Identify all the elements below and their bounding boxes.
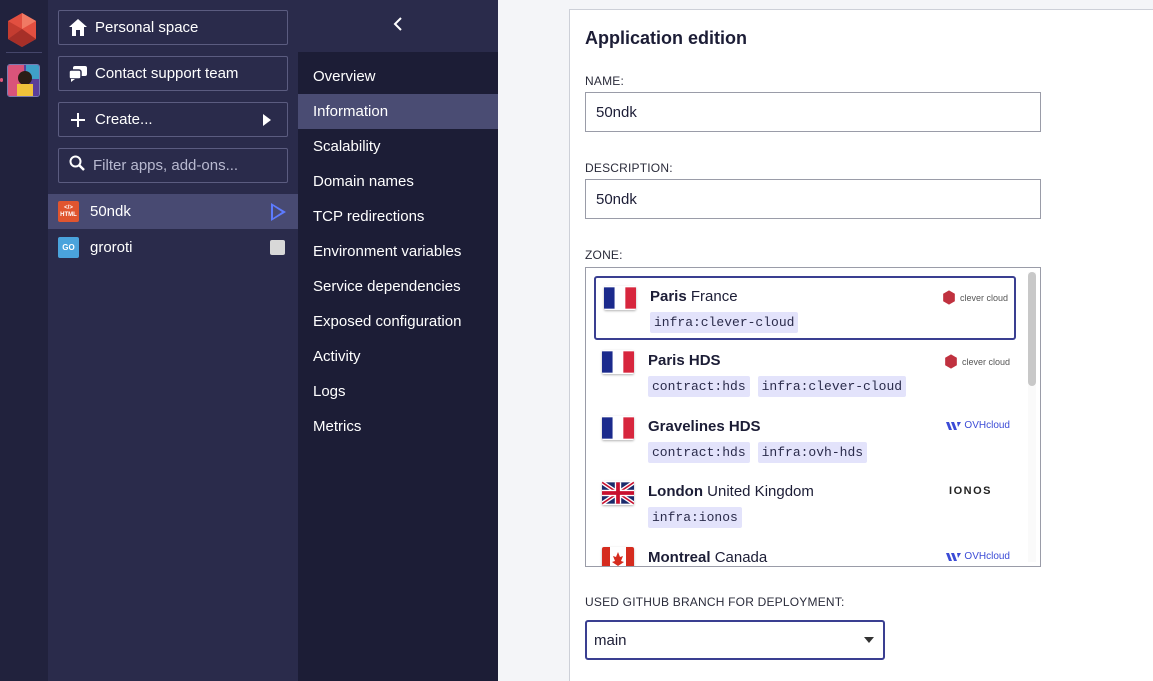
dropdown-arrow-icon [864,637,874,643]
clever-cloud-provider-logo: clever cloud [942,290,1008,305]
description-input[interactable]: 50ndk [585,179,1041,219]
nav-service-dependencies[interactable]: Service dependencies [298,269,498,304]
zone-option-paris[interactable]: Paris France infra:clever-cloud clever c… [594,276,1016,340]
zone-tag: contract:hds [648,442,750,463]
collapse-menu-button[interactable] [298,0,498,52]
nav-overview[interactable]: Overview [298,59,498,94]
play-status-icon [271,203,286,221]
app-item-groroti[interactable]: GO groroti [48,230,298,265]
ovhcloud-provider-logo: OVHcloud [946,551,1010,562]
france-flag-icon [602,350,634,374]
zone-option-paris-hds[interactable]: Paris HDS contract:hds infra:clever-clou… [594,342,1016,406]
org-rail [0,0,48,681]
contact-support-label: Contact support team [95,65,239,82]
canada-flag-icon [602,547,634,566]
nav-information[interactable]: Information [298,94,498,129]
nav-tcp-redirections[interactable]: TCP redirections [298,199,498,234]
nav-domain-names[interactable]: Domain names [298,164,498,199]
create-label: Create... [95,111,153,128]
zone-name: Montreal Canada [648,549,768,566]
zone-option-gravelines-hds[interactable]: Gravelines HDS contract:hds infra:ovh-hd… [594,408,1016,472]
main-content: Application edition NAME: 50ndk DESCRIPT… [498,0,1153,681]
ionos-provider-logo: IONOS [949,485,992,497]
personal-space-label: Personal space [95,19,199,36]
uk-flag-icon [602,481,634,505]
go-app-icon: GO [58,237,79,258]
zone-name: London United Kingdom [648,483,814,500]
description-label: DESCRIPTION: [585,161,673,175]
branch-value: main [594,631,627,649]
contact-support-button[interactable]: Contact support team [58,56,288,91]
france-flag-icon [604,286,636,310]
branch-select[interactable]: main [585,620,885,660]
zone-name: Gravelines HDS [648,418,761,435]
app-name: groroti [90,239,133,256]
plus-icon [69,111,87,129]
app-item-50ndk[interactable]: </> HTML 50ndk [48,194,298,229]
branch-label: USED GITHUB BRANCH FOR DEPLOYMENT: [585,595,845,609]
france-flag-icon [602,416,634,440]
zone-tag: contract:hds [648,376,750,397]
zone-name: Paris HDS [648,352,721,369]
nav-metrics[interactable]: Metrics [298,409,498,444]
zone-tag: infra:clever-cloud [757,376,907,397]
rail-divider [6,52,42,53]
html-app-icon: </> HTML [58,201,79,222]
sidebar: Personal space Contact support team Crea… [48,0,298,681]
filter-apps-input[interactable] [93,157,283,174]
org-avatar[interactable] [7,64,40,97]
nav-exposed-configuration[interactable]: Exposed configuration [298,304,498,339]
application-edition-card: Application edition NAME: 50ndk DESCRIPT… [569,9,1153,681]
filter-apps-search [58,148,288,183]
nav-environment-variables[interactable]: Environment variables [298,234,498,269]
search-icon [69,155,85,176]
nav-activity[interactable]: Activity [298,339,498,374]
zone-list[interactable]: Paris France infra:clever-cloud clever c… [585,267,1041,567]
create-button[interactable]: Create... [58,102,288,137]
ovhcloud-provider-logo: OVHcloud [946,420,1010,431]
chevron-left-icon [393,16,403,36]
zone-tag: infra:ionos [648,507,742,528]
name-label: NAME: [585,74,625,88]
zone-scrollbar[interactable] [1028,272,1036,386]
caret-right-icon [263,114,271,126]
card-title: Application edition [585,28,747,48]
stopped-status-icon [270,240,285,255]
nav-scalability[interactable]: Scalability [298,129,498,164]
personal-space-button[interactable]: Personal space [58,10,288,45]
zone-option-montreal[interactable]: Montreal Canada OVHcloud [594,539,1016,566]
zone-name: Paris France [650,288,738,305]
chat-bubbles-icon [69,65,87,83]
home-icon [69,19,87,37]
zone-label: ZONE: [585,248,623,262]
name-input[interactable]: 50ndk [585,92,1041,132]
nav-logs[interactable]: Logs [298,374,498,409]
zone-tag: infra:ovh-hds [757,442,868,463]
app-nav-menu: Overview Information Scalability Domain … [298,0,498,681]
zone-tag: infra:clever-cloud [650,312,799,333]
zone-option-london[interactable]: London United Kingdom infra:ionos IONOS [594,473,1016,537]
clever-cloud-logo-icon[interactable] [6,12,38,48]
clever-cloud-provider-logo: clever cloud [944,354,1010,369]
active-org-indicator [0,78,3,82]
app-name: 50ndk [90,203,131,220]
